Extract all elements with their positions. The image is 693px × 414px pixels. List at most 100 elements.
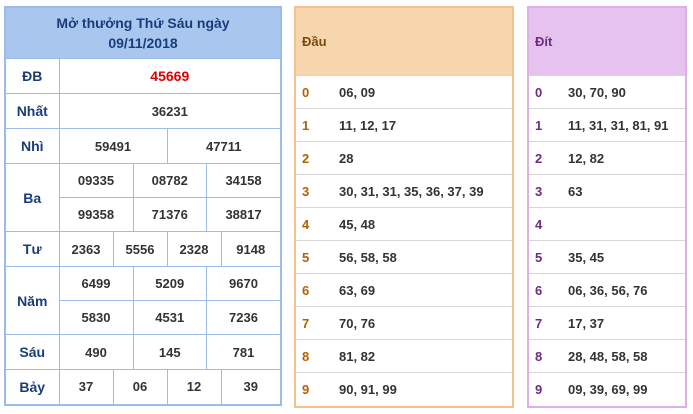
loto-head-numbers: 90, 91, 99 (333, 372, 513, 408)
loto-tail-digit: 4 (528, 207, 562, 242)
prize-label: Năm (4, 266, 60, 335)
loto-tail-row: 7 17, 37 (528, 306, 686, 341)
loto-head-row: 1 11, 12, 17 (295, 108, 513, 143)
prize-number: 12 (166, 369, 222, 405)
prize-number: 5209 (133, 267, 207, 300)
loto-head-digit: 5 (295, 240, 333, 275)
loto-tail-numbers: 35, 45 (562, 240, 686, 275)
prize-number: 38817 (225, 207, 262, 222)
loto-head-numbers: 70, 76 (333, 306, 513, 341)
loto-tail-digit: 8 (528, 339, 562, 374)
loto-tail-digit: 2 (528, 141, 562, 176)
prize-number: 490 (59, 335, 134, 369)
loto-head-numbers: 11, 12, 17 (333, 108, 513, 143)
loto-head-numbers: 63, 69 (333, 273, 513, 308)
loto-head-digit: 3 (295, 174, 333, 209)
prize-row-seventh: Bảy 37 06 12 39 (4, 369, 282, 405)
loto-tail-row: 9 09, 39, 69, 99 (528, 372, 686, 408)
prize-label: ĐB (4, 58, 60, 94)
prize-number: 36231 (58, 93, 282, 129)
prize-number: 71376 (133, 198, 207, 231)
results-header-row: Mở thưởng Thứ Sáu ngày 09/11/2018 (4, 6, 282, 59)
loto-tail-digit: 9 (528, 372, 562, 408)
prize-number: 39 (220, 369, 282, 405)
prize-number: 2363 (58, 231, 114, 267)
prize-number: 37 (58, 369, 114, 405)
loto-tail-numbers: 11, 31, 31, 81, 91 (562, 108, 686, 143)
loto-head-digit: 8 (295, 339, 333, 374)
loto-head-numbers: 81, 82 (333, 339, 513, 374)
loto-tail-table: Đít 0 30, 70, 90 1 11, 31, 31, 81, 91 2 12, 8… (527, 6, 687, 408)
prize-number: 9670 (229, 276, 258, 291)
prize-label: Tư (4, 231, 60, 267)
loto-head-digit: 0 (295, 75, 333, 110)
loto-tail-digit: 5 (528, 240, 562, 275)
prize-number: 09335 (59, 164, 134, 197)
loto-tail-numbers: 09, 39, 69, 99 (562, 372, 686, 408)
prize-number: 781 (232, 344, 255, 360)
prize-number: 4531 (133, 301, 207, 334)
results-title: Mở thưởng Thứ Sáu ngày (56, 15, 230, 31)
prize-number: 2328 (166, 231, 222, 267)
loto-tail-header-row: Đít (528, 7, 686, 77)
loto-tail-row: 6 06, 36, 56, 76 (528, 273, 686, 308)
prize-number: 7236 (229, 310, 258, 325)
prize-label: Nhì (4, 128, 60, 164)
loto-tail-row: 0 30, 70, 90 (528, 75, 686, 110)
loto-tail-numbers: 17, 37 (562, 306, 686, 341)
loto-tail-row: 4 (528, 207, 686, 242)
loto-head-digit: 9 (295, 372, 333, 408)
loto-tail-row: 3 63 (528, 174, 686, 209)
results-date: 09/11/2018 (108, 35, 178, 51)
prize-row-second: Nhì 59491 47711 (4, 128, 282, 164)
loto-tail-numbers: 12, 82 (562, 141, 686, 176)
loto-head-numbers: 28 (333, 141, 513, 176)
loto-head-row: 5 56, 58, 58 (295, 240, 513, 275)
loto-head-numbers: 06, 09 (333, 75, 513, 110)
loto-head-row: 8 81, 82 (295, 339, 513, 374)
loto-head-numbers: 45, 48 (333, 207, 513, 242)
loto-head-row: 6 63, 69 (295, 273, 513, 308)
prize-row-third: Ba 09335 08782 34158 (4, 163, 282, 232)
results-table: Mở thưởng Thứ Sáu ngày 09/11/2018 ĐB 456… (4, 6, 283, 406)
loto-tail-digit: 7 (528, 306, 562, 341)
loto-head-digit: 4 (295, 207, 333, 242)
prize-row-sixth: Sáu 490 145 781 (4, 334, 282, 370)
loto-tail-row: 8 28, 48, 58, 58 (528, 339, 686, 374)
prize-number: 59491 (58, 128, 168, 164)
loto-tail-digit: 3 (528, 174, 562, 209)
loto-tail-digit: 6 (528, 273, 562, 308)
prize-label: Ba (4, 163, 60, 232)
prize-row-fifth: Năm 6499 5209 9670 (4, 266, 282, 335)
loto-tail-numbers (562, 207, 686, 242)
loto-head-row: 7 70, 76 (295, 306, 513, 341)
prize-label: Bảy (4, 369, 60, 405)
prize-label: Nhất (4, 93, 60, 129)
prize-number: 6499 (59, 267, 134, 300)
loto-tail-digit: 0 (528, 75, 562, 110)
prize-label: Sáu (4, 334, 60, 370)
loto-head-digit: 2 (295, 141, 333, 176)
prize-number: 34158 (225, 173, 262, 188)
loto-head-row: 0 06, 09 (295, 75, 513, 110)
prize-number: 9148 (220, 231, 282, 267)
prize-number: 08782 (133, 164, 207, 197)
prize-number: 5556 (112, 231, 168, 267)
prize-row-first: Nhất 36231 (4, 93, 282, 129)
loto-tail-numbers: 28, 48, 58, 58 (562, 339, 686, 374)
loto-head-digit: 7 (295, 306, 333, 341)
loto-head-header-row: Đầu (295, 7, 513, 77)
prize-number: 47711 (166, 128, 282, 164)
loto-tail-numbers: 30, 70, 90 (562, 75, 686, 110)
prize-number: 06 (112, 369, 168, 405)
loto-head-row: 4 45, 48 (295, 207, 513, 242)
loto-tail-numbers: 63 (562, 174, 686, 209)
loto-head-numbers: 30, 31, 31, 35, 36, 37, 39 (333, 174, 513, 209)
loto-head-row: 3 30, 31, 31, 35, 36, 37, 39 (295, 174, 513, 209)
loto-tail-row: 5 35, 45 (528, 240, 686, 275)
prize-row-fourth: Tư 2363 5556 2328 9148 (4, 231, 282, 267)
results-header: Mở thưởng Thứ Sáu ngày 09/11/2018 (4, 6, 282, 59)
loto-head-header: Đầu (295, 7, 513, 77)
loto-head-numbers: 56, 58, 58 (333, 240, 513, 275)
loto-tail-numbers: 06, 36, 56, 76 (562, 273, 686, 308)
